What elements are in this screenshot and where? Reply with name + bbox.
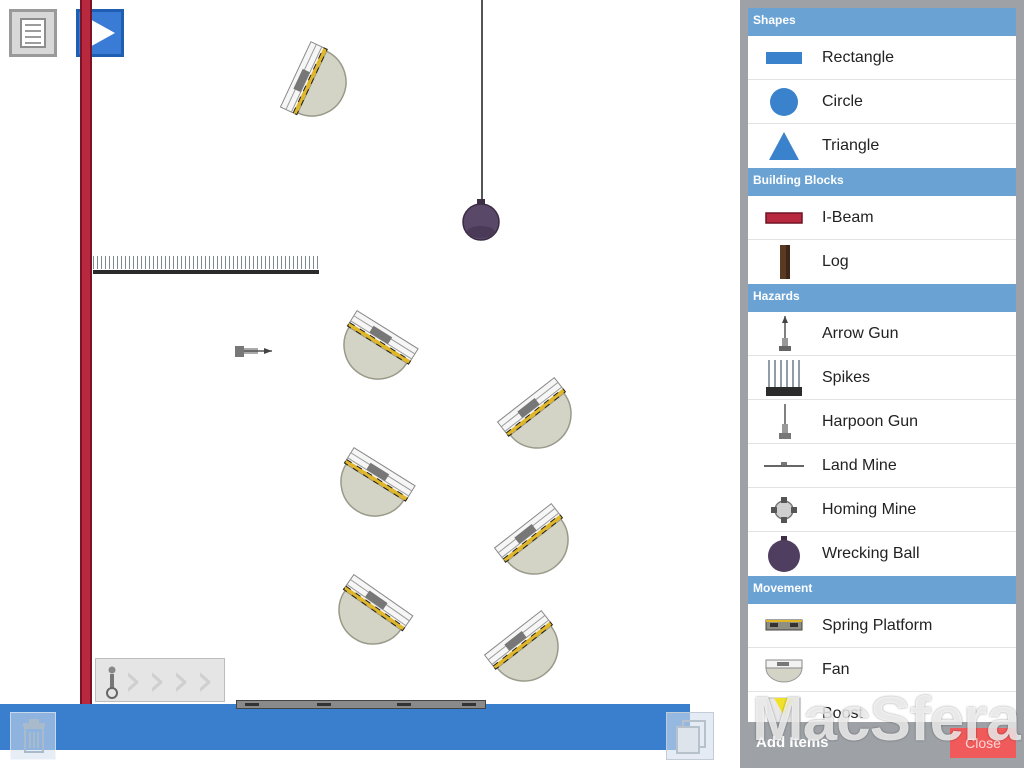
rectangle-icon — [766, 52, 802, 64]
fan-object[interactable] — [323, 573, 414, 660]
section-header-shapes: Shapes — [748, 8, 1016, 36]
item-label: Spring Platform — [822, 617, 933, 634]
item-log[interactable]: Log — [748, 240, 1016, 284]
item-rectangle[interactable]: Rectangle — [748, 36, 1016, 80]
item-label: Circle — [822, 93, 863, 110]
wrecking-ball[interactable] — [462, 199, 500, 241]
duplicate-button[interactable] — [666, 712, 714, 760]
item-label: Spikes — [822, 369, 871, 386]
fan-object[interactable] — [328, 309, 419, 394]
fan-object[interactable] — [493, 502, 585, 590]
canvas-objects-layer — [235, 41, 588, 697]
level-canvas[interactable]: › › › › — [0, 0, 740, 768]
spring-platform[interactable] — [236, 700, 486, 709]
section-header-hazards: Hazards — [748, 284, 1016, 312]
fan-object[interactable] — [496, 376, 588, 464]
item-label: Arrow Gun — [822, 325, 899, 342]
arrow-gun[interactable] — [235, 346, 272, 357]
item-label: I-Beam — [822, 209, 874, 226]
spikes-icon — [766, 360, 802, 396]
homing-mine-icon — [771, 497, 797, 523]
boost-icon — [767, 697, 801, 722]
item-label: Triangle — [822, 137, 880, 154]
item-i-beam[interactable]: I-Beam — [748, 196, 1016, 240]
boost-pad[interactable]: › › › › — [95, 658, 225, 702]
item-land-mine[interactable]: Land Mine — [748, 444, 1016, 488]
item-spikes[interactable]: Spikes — [748, 356, 1016, 400]
section-header-building-blocks: Building Blocks — [748, 168, 1016, 196]
item-label: Wrecking Ball — [822, 545, 920, 562]
log-icon — [780, 245, 790, 279]
spring-platform-icon — [765, 619, 803, 631]
harpoon-gun-icon — [779, 404, 791, 439]
fan-object[interactable] — [325, 446, 416, 531]
wrecking-ball-icon — [768, 536, 800, 572]
item-wrecking-ball[interactable]: Wrecking Ball — [748, 532, 1016, 576]
panel-title: Add Items — [756, 734, 829, 751]
trash-icon — [23, 719, 45, 753]
land-mine-icon — [764, 462, 804, 467]
item-triangle[interactable]: Triangle — [748, 124, 1016, 168]
item-list[interactable]: Shapes Rectangle Circle Triangle Buildin… — [748, 8, 1016, 722]
item-harpoon-gun[interactable]: Harpoon Gun — [748, 400, 1016, 444]
triangle-icon — [769, 132, 799, 160]
fan-object[interactable] — [279, 41, 359, 130]
item-label: Log — [822, 253, 849, 270]
item-label: Homing Mine — [822, 501, 917, 518]
item-circle[interactable]: Circle — [748, 80, 1016, 124]
circle-icon — [770, 88, 798, 116]
item-label: Fan — [822, 661, 850, 678]
item-label: Rectangle — [822, 49, 895, 66]
item-label: Boost — [822, 705, 863, 722]
section-header-movement: Movement — [748, 576, 1016, 604]
trash-button[interactable] — [10, 712, 56, 760]
copy-icon — [676, 720, 706, 754]
fan-object[interactable] — [483, 609, 575, 697]
item-homing-mine[interactable]: Homing Mine — [748, 488, 1016, 532]
item-boost[interactable]: Boost — [748, 692, 1016, 722]
close-button[interactable]: Close — [950, 728, 1016, 758]
item-spring-platform[interactable]: Spring Platform — [748, 604, 1016, 648]
item-arrow-gun[interactable]: Arrow Gun — [748, 312, 1016, 356]
item-fan[interactable]: Fan — [748, 648, 1016, 692]
item-label: Harpoon Gun — [822, 413, 919, 430]
panel-footer: Add Items Close — [748, 722, 1016, 760]
character-icon — [106, 666, 118, 699]
arrow-gun-icon — [779, 316, 791, 351]
floor[interactable] — [0, 704, 690, 750]
item-label: Land Mine — [822, 457, 897, 474]
i-beam-icon — [765, 212, 803, 224]
add-items-panel: Shapes Rectangle Circle Triangle Buildin… — [740, 0, 1024, 768]
fan-icon — [765, 659, 803, 683]
